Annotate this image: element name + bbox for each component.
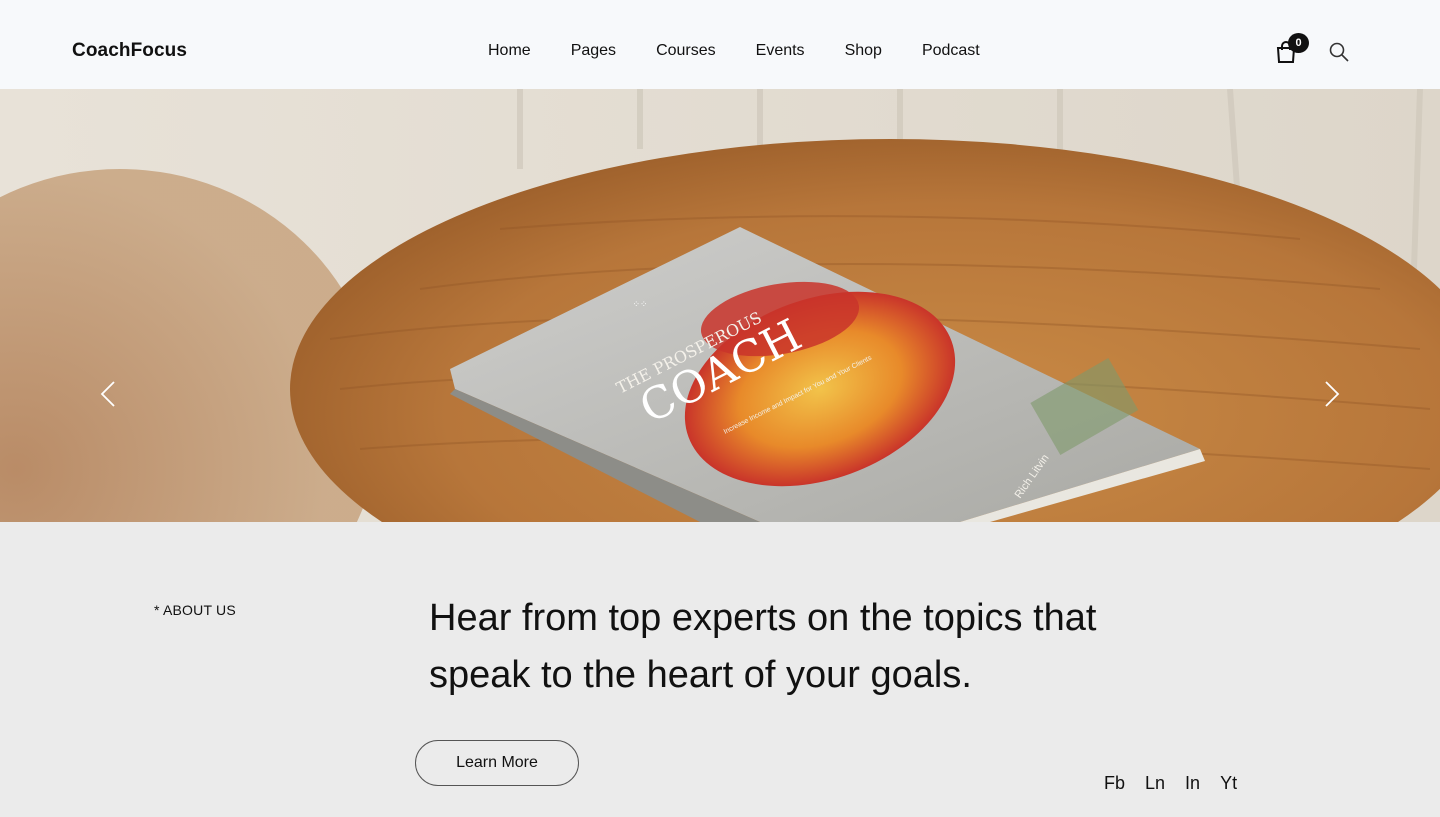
about-label: * ABOUT US	[154, 602, 236, 618]
social-linkedin[interactable]: Ln	[1145, 773, 1165, 794]
hero-slider: ⁘⁘ THE PROSPEROUS COACH Increase Income …	[0, 89, 1440, 522]
social-instagram[interactable]: In	[1185, 773, 1200, 794]
nav-shop[interactable]: Shop	[845, 42, 882, 60]
social-youtube[interactable]: Yt	[1220, 773, 1237, 794]
cart-count-badge: 0	[1288, 33, 1309, 53]
nav-courses[interactable]: Courses	[656, 42, 716, 60]
site-header: CoachFocus Home Pages Courses Events Sho…	[0, 0, 1440, 89]
headline-line-2: speak to the heart of your goals.	[429, 654, 972, 696]
search-icon[interactable]	[1329, 42, 1349, 62]
nav-podcast[interactable]: Podcast	[922, 42, 980, 60]
social-links: Fb Ln In Yt	[1104, 773, 1237, 794]
hero-image: ⁘⁘ THE PROSPEROUS COACH Increase Income …	[0, 89, 1440, 522]
nav-home[interactable]: Home	[488, 42, 531, 60]
chevron-left-icon[interactable]	[100, 380, 116, 408]
nav-events[interactable]: Events	[756, 42, 805, 60]
main-nav: Home Pages Courses Events Shop Podcast	[488, 42, 980, 60]
site-logo[interactable]: CoachFocus	[72, 40, 187, 62]
chevron-right-icon[interactable]	[1324, 380, 1340, 408]
svg-text:⁘⁘: ⁘⁘	[632, 299, 647, 309]
about-headline: Hear from top experts on the topics that…	[429, 590, 1189, 704]
nav-pages[interactable]: Pages	[571, 42, 616, 60]
social-facebook[interactable]: Fb	[1104, 773, 1125, 794]
learn-more-button[interactable]: Learn More	[415, 740, 579, 786]
headline-line-1: Hear from top experts on the topics that	[429, 597, 1097, 639]
